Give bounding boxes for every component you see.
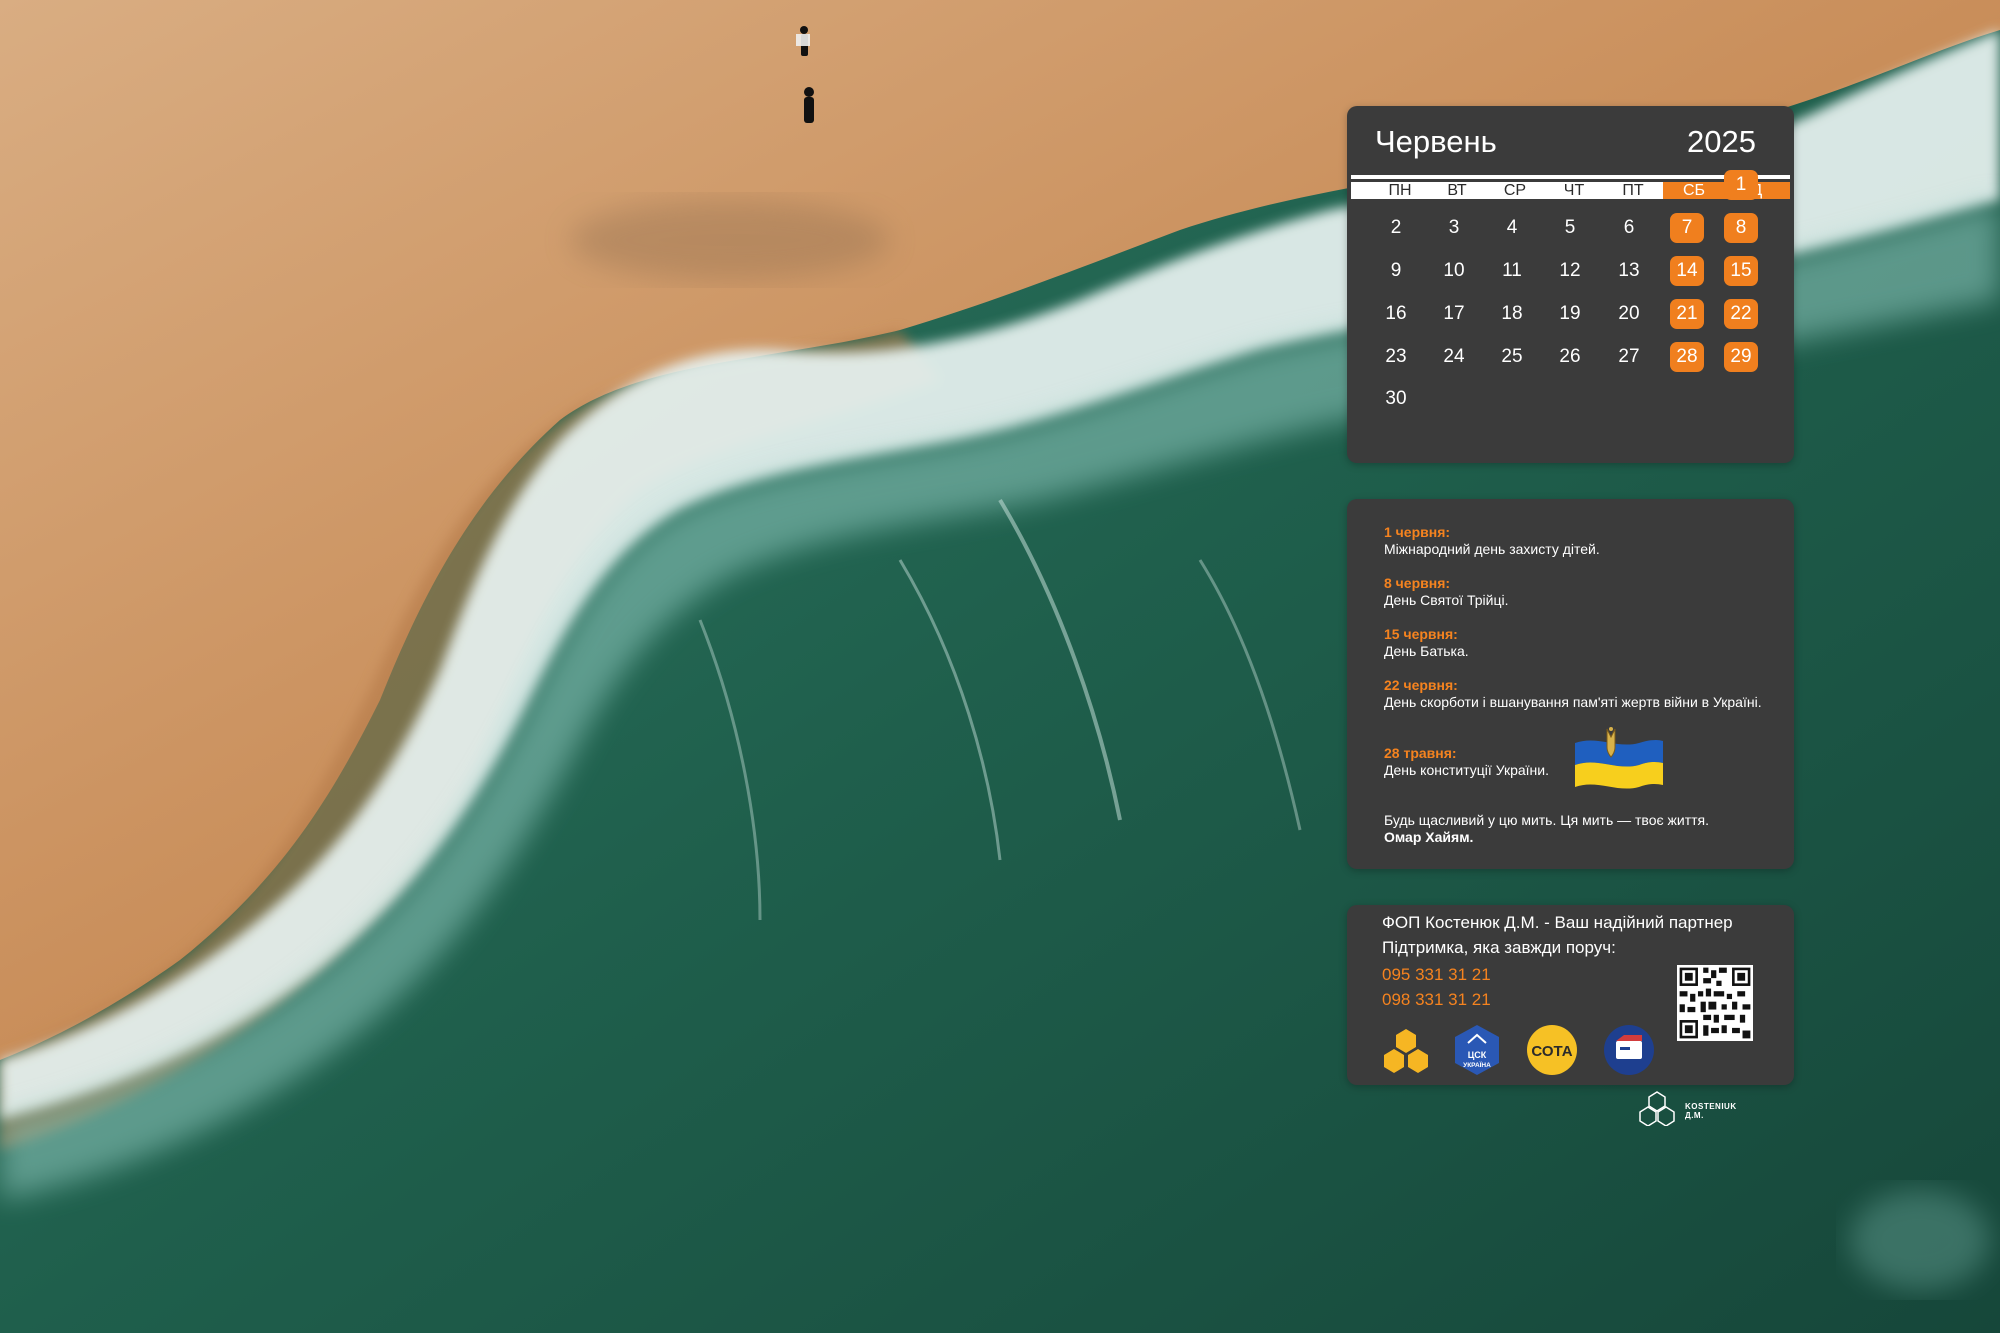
company-line: ФОП Костенюк Д.М. - Ваш надійний партнер (1382, 913, 1733, 932)
calendar-day: 15 (1724, 256, 1758, 286)
holiday-item: 22 червня: День скорботи і вшанування па… (1384, 677, 1784, 711)
calendar-day: 3 (1448, 217, 1460, 238)
month-title: Червень (1375, 124, 1497, 159)
holiday-date: 22 червня: (1384, 677, 1458, 693)
calendar-day: 9 (1390, 260, 1402, 281)
holiday-item: 1 червня: Міжнародний день захисту дітей… (1384, 524, 1784, 558)
sota-logo-icon: СОТА (1527, 1025, 1577, 1075)
calendar-day: 24 (1443, 346, 1465, 367)
calendar-day: 5 (1564, 217, 1576, 238)
calendar-day: 1 (1724, 170, 1758, 200)
qr-code-icon[interactable] (1677, 965, 1753, 1041)
year-title: 2025 (1687, 124, 1756, 159)
calendar-day: 10 (1443, 260, 1465, 281)
weekday-wed: СР (1503, 182, 1527, 199)
holiday-name: Міжнародний день захисту дітей. (1384, 541, 1600, 557)
calendar-day: 12 (1559, 260, 1581, 281)
holiday-item: 15 червня: День Батька. (1384, 626, 1784, 660)
calendar-day: 28 (1670, 342, 1704, 372)
holiday-date: 8 червня: (1384, 575, 1451, 591)
calendar-day: 26 (1559, 346, 1581, 367)
holiday-name: День скорботи і вшанування пам'яті жертв… (1384, 694, 1762, 710)
calendar-day: 17 (1443, 303, 1465, 324)
honeycomb-logo-icon (1384, 1029, 1428, 1073)
calendar-day: 29 (1724, 342, 1758, 372)
cck-logo-text-2: УКРАЇНА (1463, 1061, 1491, 1069)
calendar-day: 23 (1385, 346, 1407, 367)
holiday-date: 1 червня: (1384, 524, 1451, 540)
weekday-sat: СБ (1682, 182, 1706, 199)
holiday-item: 8 червня: День Святої Трійці. (1384, 575, 1784, 609)
calendar-day: 30 (1385, 388, 1407, 409)
cck-logo-text-1: ЦСК (1468, 1050, 1487, 1060)
holiday-name: День конституції України. (1384, 762, 1549, 778)
phone-1[interactable]: 095 331 31 21 (1382, 965, 1491, 985)
brand-text: KOSTENIUK Д.М. (1685, 1102, 1737, 1120)
doc-logo-icon (1604, 1025, 1654, 1075)
calendar-day: 21 (1670, 299, 1704, 329)
calendar-day: 25 (1501, 346, 1523, 367)
calendar-day: 22 (1724, 299, 1758, 329)
support-line: Підтримка, яка завжди поруч: (1382, 938, 1616, 957)
calendar-day: 8 (1724, 213, 1758, 243)
calendar-day: 19 (1559, 303, 1581, 324)
calendar-day: 11 (1502, 260, 1522, 281)
weekday-thu: ЧТ (1563, 182, 1585, 199)
quote-author: Омар Хайям. (1384, 829, 1474, 845)
sota-logo-text: СОТА (1531, 1043, 1572, 1060)
contacts-panel: ФОП Костенюк Д.М. - Ваш надійний партнер… (1347, 905, 1794, 1085)
calendar-day: 13 (1618, 260, 1640, 281)
quote-block: Будь щасливий у цю мить. Ця мить — твоє … (1384, 812, 1784, 846)
calendar-day: 18 (1501, 303, 1523, 324)
ukraine-flag-icon (1575, 727, 1663, 789)
calendar-day: 16 (1385, 303, 1407, 324)
phone-2[interactable]: 098 331 31 21 (1382, 990, 1491, 1010)
quote-text: Будь щасливий у цю мить. Ця мить — твоє … (1384, 812, 1710, 828)
cck-ukraine-logo-icon: ЦСК УКРАЇНА (1455, 1025, 1499, 1075)
calendar-day: 20 (1618, 303, 1640, 324)
weekday-mon: ПН (1388, 182, 1412, 199)
calendar-day: 7 (1670, 213, 1704, 243)
calendar-day: 4 (1506, 217, 1518, 238)
calendar-day: 27 (1618, 346, 1640, 367)
holidays-panel: 1 червня: Міжнародний день захисту дітей… (1347, 499, 1794, 869)
brand-logo-icon (1639, 1091, 1675, 1127)
calendar-day: 2 (1390, 217, 1402, 238)
brand-mark: KOSTENIUK Д.М. (1637, 1090, 1757, 1127)
calendar-day: 14 (1670, 256, 1704, 286)
holiday-date: 15 червня: (1384, 626, 1458, 642)
calendar-header: Червень 2025 (1375, 124, 1756, 160)
holiday-name: День Батька. (1384, 643, 1469, 659)
holiday-name: День Святої Трійці. (1384, 592, 1509, 608)
calendar-panel: Червень 2025 ПН ВТ СР ЧТ ПТ СБ НД 123456… (1347, 106, 1794, 463)
calendar-day: 6 (1623, 217, 1635, 238)
weekday-fri: ПТ (1622, 182, 1644, 199)
weekday-tue: ВТ (1447, 182, 1467, 199)
